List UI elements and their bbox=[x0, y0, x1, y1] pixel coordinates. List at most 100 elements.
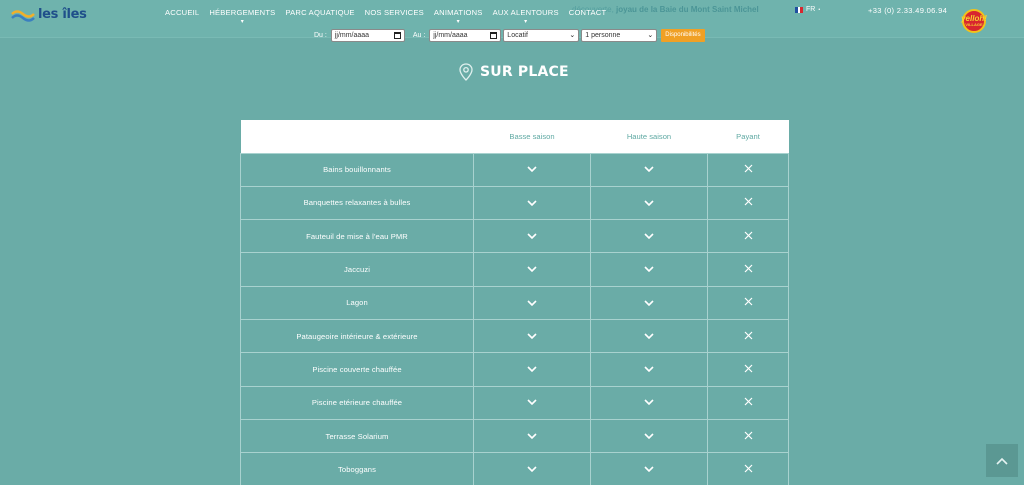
close-icon bbox=[744, 364, 753, 375]
cell-basse bbox=[473, 385, 591, 420]
amenity-name: Pataugeoire intérieure & extérieure bbox=[240, 318, 474, 354]
chevron-check-icon bbox=[527, 432, 537, 441]
amenity-name: Jaccuzi bbox=[240, 252, 474, 287]
cell-haute bbox=[590, 318, 708, 354]
amenity-name: Lagon bbox=[240, 285, 474, 320]
chevron-check-icon bbox=[644, 232, 654, 241]
from-label: Du : bbox=[314, 31, 327, 39]
close-icon bbox=[744, 231, 753, 242]
chevron-check-icon bbox=[644, 398, 654, 407]
nav-item-6[interactable]: CONTACT bbox=[569, 8, 607, 17]
amenity-name: Piscine etérieure chauffée bbox=[240, 385, 474, 420]
nav-item-label: CONTACT bbox=[568, 8, 607, 17]
cell-haute bbox=[590, 352, 708, 387]
chevron-check-icon bbox=[644, 165, 654, 174]
nav-item-4[interactable]: ANIMATIONS ▾ bbox=[434, 8, 483, 25]
column-header-haute-saison: Haute saison bbox=[590, 120, 708, 153]
amenities-table: Basse saison Haute saison Payant Bains b… bbox=[240, 120, 789, 485]
nav-item-3[interactable]: NOS SERVICES bbox=[365, 8, 424, 17]
chevron-down-icon: ⌄ bbox=[647, 32, 654, 39]
nav-item-label: NOS SERVICES bbox=[364, 8, 424, 17]
section-header: SUR PLACE bbox=[459, 63, 569, 81]
chevron-check-icon bbox=[527, 332, 537, 341]
table-row: Lagon bbox=[240, 285, 789, 320]
chevron-down-icon: • bbox=[818, 6, 821, 13]
chevron-check-icon bbox=[644, 465, 654, 474]
amenity-name: Bains bouillonnants bbox=[240, 152, 474, 187]
cell-haute bbox=[590, 252, 708, 287]
map-pin-icon bbox=[459, 63, 473, 81]
table-row: Toboggans bbox=[240, 452, 789, 485]
france-flag-icon bbox=[795, 6, 804, 13]
nav-item-0[interactable]: ACCUEIL bbox=[165, 8, 199, 17]
table-row: Fauteuil de mise à l'eau PMR bbox=[240, 219, 789, 254]
to-label: Au : bbox=[412, 31, 426, 39]
column-header-name bbox=[240, 120, 474, 153]
arrival-date-placeholder: jj/mm/aaaa bbox=[334, 31, 370, 39]
accommodation-type-value: Locatif bbox=[507, 31, 528, 39]
availability-search-form: Du : jj/mm/aaaa Au : jj/mm/aaaa Locatif … bbox=[314, 28, 705, 42]
language-label: FR bbox=[806, 6, 816, 13]
cell-haute bbox=[590, 418, 708, 454]
chevron-check-icon bbox=[644, 432, 654, 441]
site-logo[interactable]: les îles bbox=[11, 7, 87, 22]
amenity-name: Fauteuil de mise à l'eau PMR bbox=[240, 219, 474, 254]
chevron-check-icon bbox=[527, 199, 537, 208]
cell-payant bbox=[707, 152, 789, 187]
dropdown-indicator-icon: ▾ bbox=[524, 19, 528, 25]
cell-basse bbox=[473, 219, 591, 254]
close-icon bbox=[744, 297, 753, 308]
table-row: Piscine etérieure chauffée bbox=[240, 385, 789, 420]
brand-badge-line2: VILLAGE bbox=[965, 22, 983, 27]
nav-item-label: PARC AQUATIQUE bbox=[285, 8, 355, 17]
close-icon bbox=[744, 264, 753, 275]
calendar-icon[interactable] bbox=[490, 31, 498, 39]
nav-item-2[interactable]: PARC AQUATIQUE bbox=[285, 8, 354, 17]
chevron-check-icon bbox=[527, 365, 537, 374]
amenity-name: Terrasse Solarium bbox=[240, 418, 474, 454]
nav-item-5[interactable]: AUX ALENTOURS ▾ bbox=[492, 8, 559, 25]
cell-payant bbox=[707, 385, 789, 420]
table-row: Bains bouillonnants bbox=[240, 152, 789, 187]
amenity-name: Banquettes relaxantes à bulles bbox=[240, 185, 474, 221]
cell-basse bbox=[473, 185, 591, 221]
chevron-up-icon bbox=[996, 457, 1008, 465]
language-selector[interactable]: FR • bbox=[795, 6, 820, 13]
cell-haute bbox=[590, 385, 708, 420]
phone-number[interactable]: +33 (0) 2.33.49.06.94 bbox=[868, 6, 947, 15]
cell-basse bbox=[473, 252, 591, 287]
cell-basse bbox=[473, 352, 591, 387]
nav-item-label: HÉBERGEMENTS bbox=[209, 8, 276, 17]
close-icon bbox=[744, 397, 753, 408]
yelloh-village-logo[interactable]: yelloh! VILLAGE bbox=[961, 9, 987, 33]
persons-select[interactable]: 1 personne ⌄ bbox=[581, 28, 658, 42]
nav-item-1[interactable]: HÉBERGEMENTS ▾ bbox=[209, 8, 276, 25]
close-icon bbox=[744, 197, 753, 208]
nav-item-label: AUX ALENTOURS bbox=[492, 8, 559, 17]
chevron-check-icon bbox=[527, 232, 537, 241]
cell-basse bbox=[473, 318, 591, 354]
close-icon bbox=[744, 431, 753, 442]
logo-text: les îles bbox=[38, 7, 87, 22]
chevron-check-icon bbox=[644, 332, 654, 341]
cell-payant bbox=[707, 285, 789, 320]
chevron-check-icon bbox=[644, 265, 654, 274]
arrival-date-input[interactable]: jj/mm/aaaa bbox=[330, 28, 405, 42]
calendar-icon[interactable] bbox=[393, 31, 401, 39]
table-row: Pataugeoire intérieure & extérieure bbox=[240, 318, 789, 354]
cell-basse bbox=[473, 452, 591, 485]
amenity-name: Piscine couverte chauffée bbox=[240, 352, 474, 387]
nav-item-label: ACCUEIL bbox=[165, 8, 200, 17]
availability-button[interactable]: Disponibilités bbox=[661, 28, 705, 42]
chevron-check-icon bbox=[527, 299, 537, 308]
back-to-top-button[interactable] bbox=[986, 444, 1018, 477]
table-row: Terrasse Solarium bbox=[240, 418, 789, 454]
accommodation-type-select[interactable]: Locatif ⌄ bbox=[503, 28, 580, 42]
cell-haute bbox=[590, 219, 708, 254]
cell-basse bbox=[473, 152, 591, 187]
table-header-row: Basse saison Haute saison Payant bbox=[240, 120, 789, 153]
close-icon bbox=[744, 164, 753, 175]
chevron-check-icon bbox=[527, 165, 537, 174]
departure-date-input[interactable]: jj/mm/aaaa bbox=[429, 28, 502, 42]
chevron-check-icon bbox=[527, 465, 537, 474]
